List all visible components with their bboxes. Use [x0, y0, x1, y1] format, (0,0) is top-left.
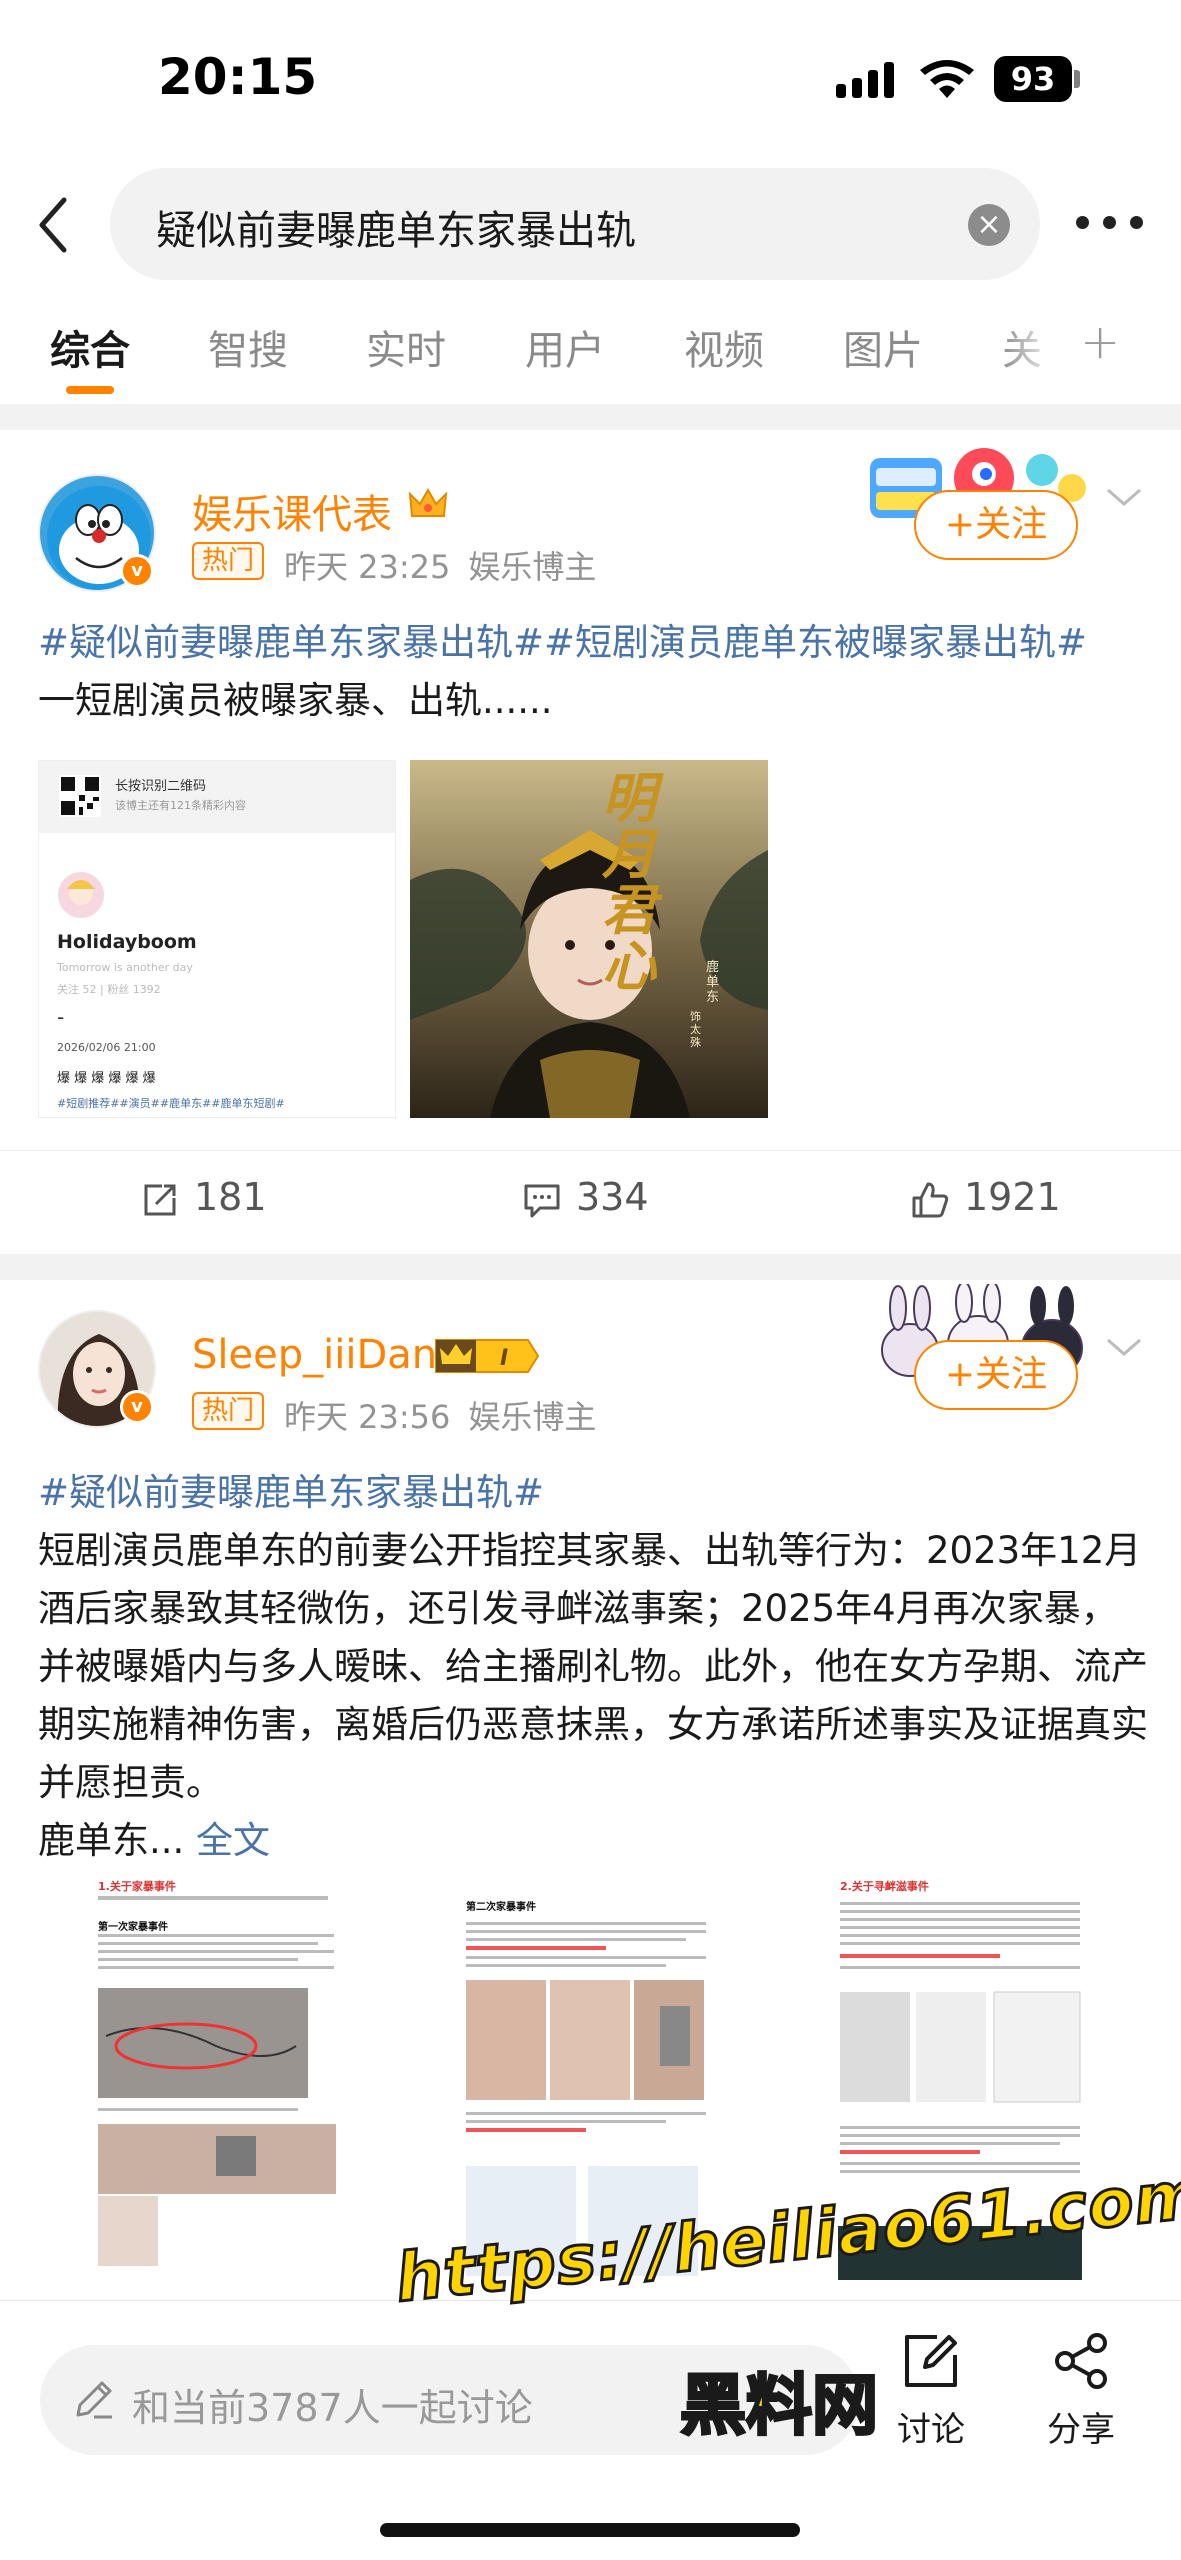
active-tab-indicator	[66, 386, 114, 394]
follow-button[interactable]: +关注	[914, 490, 1078, 560]
status-bar: 20:15 93	[0, 0, 1181, 160]
share-icon	[1055, 2333, 1107, 2389]
battery-tip	[1074, 70, 1080, 88]
status-time: 20:15	[158, 48, 318, 106]
profile-date: 2026/02/06 21:00	[57, 1041, 156, 1054]
poster-role: 饰 太殊	[690, 1010, 701, 1049]
tab-comprehensive[interactable]: 综合	[50, 318, 130, 376]
profile-post-line: 爆 爆 爆 爆 爆 爆	[57, 1071, 156, 1086]
post-text: 短剧演员鹿单东的前妻公开指控其家暴、出轨等行为：2023年12月酒后家暴致其轻微…	[38, 1522, 1148, 1870]
home-indicator	[380, 2523, 800, 2537]
poster-calligraphy: 明月君心	[602, 766, 656, 998]
section-divider	[0, 1254, 1181, 1280]
tab-fade	[1000, 310, 1060, 380]
follow-button[interactable]: +关注	[914, 1340, 1078, 1410]
profile-dash: -	[57, 1005, 65, 1029]
doc-heading: 2.关于寻衅滋事件	[840, 1880, 929, 1893]
tab-videos[interactable]: 视频	[684, 318, 764, 376]
more-options-icon[interactable]	[1076, 216, 1146, 230]
cellular-signal-icon	[836, 62, 896, 98]
post-time: 昨天 23:25	[284, 548, 451, 586]
post-body: 短剧演员鹿单东的前妻公开指控其家暴、出轨等行为：2023年12月酒后家暴致其轻微…	[38, 1529, 1148, 1804]
comment-icon	[524, 1184, 560, 1217]
full-text-link[interactable]: 全文	[196, 1819, 270, 1862]
section-divider	[0, 404, 1181, 430]
tab-images[interactable]: 图片	[843, 318, 923, 376]
discuss-label: 讨论	[897, 2410, 965, 2450]
post-text: 一短剧演员被曝家暴、出轨......	[38, 679, 553, 722]
repost-icon	[144, 1184, 176, 1215]
search-tabs: 综合 智搜 实时 用户 视频 图片 关 +	[0, 300, 1181, 400]
search-header: 疑似前妻曝鹿单东家暴出轨 ×	[0, 160, 1181, 290]
username[interactable]: 娱乐课代表	[192, 482, 392, 540]
like-count: 1921	[964, 1175, 1061, 1219]
poster-actor-name: 鹿单东	[706, 960, 720, 1005]
post-meta: 昨天 23:56 娱乐博主	[284, 1392, 596, 1438]
profile-stats: 关注 52 | 粉丝 1392	[57, 983, 161, 996]
post-time: 昨天 23:56	[284, 1398, 451, 1436]
profile-name: Holidayboom	[57, 931, 197, 953]
document-scan-image	[98, 1896, 336, 2266]
discuss-icon	[905, 2335, 957, 2387]
like-button[interactable]: 1921	[910, 1175, 1061, 1220]
post-preview: 鹿单东...	[38, 1819, 197, 1862]
qr-title: 长按识别二维码	[115, 779, 207, 794]
share-label: 分享	[1047, 2410, 1115, 2450]
tab-smart-search[interactable]: 智搜	[208, 318, 288, 376]
tab-realtime[interactable]: 实时	[366, 318, 446, 376]
bottom-bar: 和当前3787人一起讨论 讨论 分享	[0, 2300, 1181, 2560]
clear-search-icon[interactable]: ×	[968, 204, 1010, 246]
verified-badge-icon: v	[120, 1390, 154, 1424]
drama-poster-image	[410, 760, 768, 1118]
profile-avatar-image	[58, 872, 104, 918]
post-image[interactable]: 长按识别二维码 该博主还有121条精彩内容 Holidayboom Tomorr…	[38, 760, 396, 1118]
profile-bio: Tomorrow is another day	[57, 961, 193, 974]
username[interactable]: Sleep_iiiDan	[192, 1332, 437, 1378]
post-card[interactable]: v 娱乐课代表 热门 昨天 23:25 娱乐博主 +关注 #疑似前妻曝鹿单东家暴出…	[0, 430, 1181, 1250]
repost-count: 181	[194, 1175, 267, 1219]
wifi-icon	[920, 60, 974, 98]
post-hashtags[interactable]: #疑似前妻曝鹿单东家暴出轨#	[38, 1464, 544, 1522]
verified-badge-icon: v	[120, 554, 154, 588]
post-action-bar: 181 334 1921	[0, 1150, 1181, 1250]
back-arrow-icon[interactable]	[28, 190, 88, 260]
post-meta: 昨天 23:25 娱乐博主	[284, 542, 596, 588]
post-image[interactable]: 明月君心 鹿单东 饰 太殊	[410, 760, 768, 1118]
author-role: 娱乐博主	[468, 548, 597, 586]
post-hashtags[interactable]: #疑似前妻曝鹿单东家暴出轨##短剧演员鹿单东被曝家暴出轨#	[38, 614, 1087, 672]
search-query-text: 疑似前妻曝鹿单东家暴出轨	[156, 208, 636, 254]
vip-level-badge-icon: I	[435, 1339, 540, 1373]
post-image[interactable]: 1.关于家暴事件 第一次家暴事件	[38, 1860, 396, 2280]
doc-heading: 1.关于家暴事件	[98, 1880, 176, 1893]
chevron-down-icon[interactable]	[1104, 1336, 1144, 1360]
share-button[interactable]: 分享	[1026, 2329, 1136, 2451]
post-card[interactable]: v Sleep_iiiDan I 热门 昨天 23:56 娱乐博主 +关注 #疑似…	[0, 1280, 1181, 2300]
crown-icon	[408, 487, 448, 517]
qr-subtitle: 该博主还有121条精彩内容	[115, 799, 246, 812]
chevron-down-icon[interactable]	[1104, 486, 1144, 510]
comment-placeholder: 和当前3787人一起讨论	[132, 2386, 533, 2430]
hot-badge: 热门	[192, 1392, 264, 1430]
pencil-icon	[76, 2381, 112, 2419]
repost-button[interactable]: 181	[140, 1175, 267, 1220]
search-input[interactable]: 疑似前妻曝鹿单东家暴出轨 ×	[110, 168, 1040, 280]
qr-code-icon	[59, 775, 101, 817]
tab-users[interactable]: 用户	[525, 318, 605, 376]
add-tab-icon[interactable]: +	[1080, 314, 1120, 370]
vip-level-text: I	[500, 1346, 508, 1371]
thumbs-up-icon	[912, 1182, 949, 1217]
profile-tags: #短剧推荐##演员##鹿单东##鹿单东短剧#	[57, 1097, 285, 1110]
discuss-button[interactable]: 讨论	[876, 2329, 986, 2451]
comment-button[interactable]: 334	[522, 1175, 649, 1220]
hot-badge: 热门	[192, 542, 264, 580]
doc-subheading: 第二次家暴事件	[466, 1902, 536, 1913]
comment-count: 334	[576, 1175, 649, 1219]
battery-icon: 93	[994, 56, 1072, 102]
author-role: 娱乐博主	[468, 1398, 597, 1436]
watermark-name: 黑料网	[679, 2366, 880, 2446]
